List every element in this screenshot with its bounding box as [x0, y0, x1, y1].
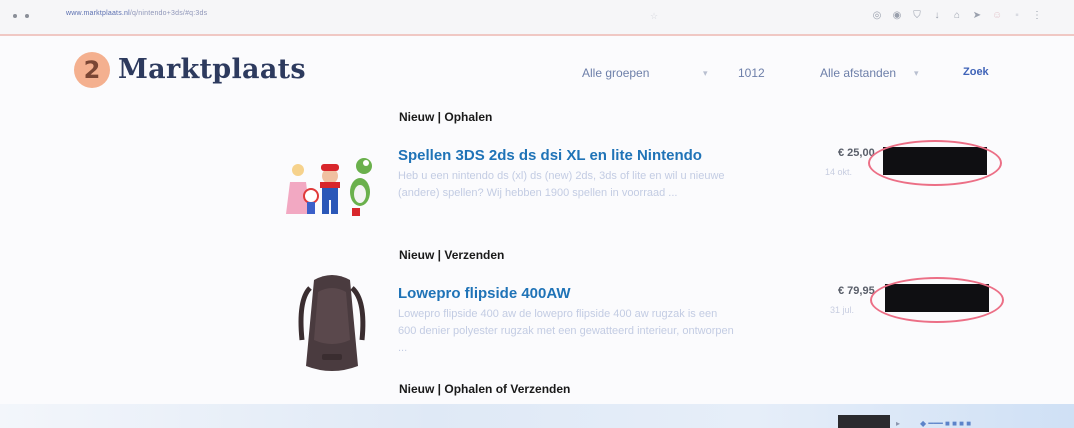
back-icon[interactable] — [13, 14, 17, 18]
listing-tag: Nieuw | Verzenden — [399, 248, 505, 262]
record-icon[interactable]: ◉ — [892, 9, 902, 23]
bookmark-icon[interactable]: ☆ — [650, 11, 658, 22]
emoji-icon[interactable]: ☺ — [992, 9, 1002, 23]
url-path: /q/nintendo+3ds/#q:3ds — [129, 10, 208, 17]
logo-mark[interactable]: 2 — [74, 52, 110, 88]
annotation-circle — [870, 277, 1004, 323]
group-select[interactable]: Alle groepen — [582, 66, 649, 80]
listing-title-link[interactable]: Lowepro flipside 400AW — [398, 285, 571, 302]
extension-icon[interactable]: ▪ — [1012, 9, 1022, 23]
chevron-down-icon[interactable]: ▾ — [914, 68, 919, 79]
redacted-bottom — [838, 415, 890, 428]
send-icon[interactable]: ➤ — [972, 9, 982, 23]
chevron-down-icon[interactable]: ▾ — [703, 68, 708, 79]
listing-tag: Nieuw | Ophalen — [399, 110, 493, 124]
bottom-link[interactable]: ◆ ━━━ ■ ■ ■ ■ — [920, 419, 971, 428]
browser-toolbar: www.marktplaats.nl/q/nintendo+3ds/#q:3ds… — [0, 0, 1074, 36]
menu-icon[interactable]: ⋮ — [1032, 9, 1042, 23]
listing-date: 31 jul. — [830, 305, 855, 315]
annotation-circle — [868, 140, 1002, 186]
listing-tag: Nieuw | Ophalen of Verzenden — [399, 382, 571, 396]
listing-date: 14 okt. — [825, 167, 853, 177]
listing-title-link[interactable]: Spellen 3DS 2ds ds dsi XL en lite Ninten… — [398, 147, 702, 164]
logo-text[interactable]: Marktplaats — [118, 54, 306, 85]
search-button[interactable]: Zoek — [963, 66, 989, 78]
listing-thumbnail-mario[interactable] — [286, 152, 382, 224]
listing-price: € 79,95 — [838, 285, 875, 297]
download-icon[interactable]: ↓ — [932, 9, 942, 23]
shield-icon[interactable]: ⛉ — [912, 9, 922, 23]
footer-band — [0, 404, 1074, 428]
listing-description: Heb u een nintendo ds (xl) ds (new) 2ds,… — [398, 170, 725, 199]
circle-icon[interactable]: ◎ — [872, 9, 882, 23]
forward-icon[interactable] — [25, 14, 29, 18]
postcode-input[interactable]: 1012 — [738, 66, 765, 80]
url-host: www.marktplaats.nl — [66, 10, 130, 17]
more-icon: ▸ — [896, 419, 901, 428]
home-icon[interactable]: ⌂ — [952, 9, 962, 23]
address-bar[interactable]: www.marktplaats.nl/q/nintendo+3ds/#q:3ds — [66, 10, 207, 17]
listing-thumbnail-backpack[interactable] — [292, 270, 372, 378]
distance-select[interactable]: Alle afstanden — [820, 66, 896, 80]
listing-description: Lowepro flipside 400 aw de lowepro flips… — [398, 308, 734, 354]
